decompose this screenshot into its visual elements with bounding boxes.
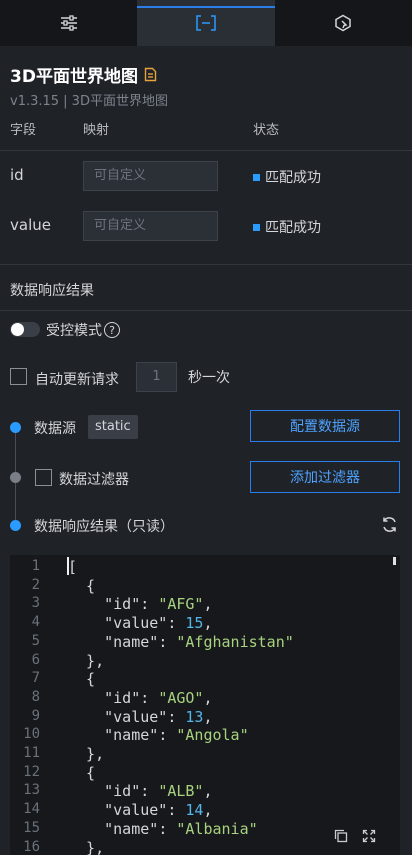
header-field: 字段 [10, 123, 37, 138]
configure-datasource-button[interactable]: 配置数据源 [250, 410, 400, 442]
success-indicator [253, 223, 260, 231]
code-line: }, [68, 838, 105, 855]
step-dot [10, 520, 21, 531]
controlled-mode: 受控模式 ? [46, 320, 120, 340]
code-line: "value": 14, [104, 801, 213, 820]
code-line: "value": 15, [104, 614, 213, 633]
datasource-label: 数据源 [34, 421, 76, 437]
component-title-text: 3D平面世界地图 [10, 67, 138, 87]
component-version: v1.3.15 | 3D平面世界地图 [10, 94, 168, 109]
controlled-mode-toggle[interactable] [10, 322, 40, 337]
filter-checkbox[interactable] [35, 469, 52, 486]
status-text: 匹配成功 [265, 170, 321, 186]
code-line: { [68, 763, 96, 782]
auto-update-label: 自动更新请求 [35, 372, 119, 388]
code-line: [ [68, 558, 78, 576]
code-line: "id": "AGO", [104, 688, 213, 707]
field-name-id: id [10, 166, 24, 184]
scrollbar[interactable] [393, 557, 396, 565]
line-number: 16 [23, 838, 40, 855]
code-line: { [68, 670, 96, 689]
tab-style[interactable] [0, 0, 137, 46]
step-dot [10, 422, 21, 433]
header-mapping: 映射 [83, 123, 110, 138]
auto-update-checkbox[interactable] [10, 368, 27, 385]
code-line: "name": "Albania" [104, 819, 258, 838]
status-value: 匹配成功 [253, 217, 321, 237]
datasource-tag: static [88, 415, 138, 439]
interval-unit: 秒一次 [188, 370, 230, 386]
code-line: "name": "Afghanistan" [104, 632, 294, 651]
line-number: 8 [31, 688, 40, 705]
code-line: "id": "ALB", [104, 782, 213, 801]
section-title: 数据响应结果 [10, 283, 94, 299]
status-text: 匹配成功 [265, 220, 321, 236]
line-number: 7 [31, 670, 40, 687]
divider [0, 264, 412, 265]
line-number: 5 [31, 632, 40, 649]
step-dot [10, 472, 21, 483]
success-indicator [253, 173, 260, 181]
divider [0, 150, 412, 151]
line-number: 12 [23, 763, 40, 780]
filter-label: 数据过滤器 [59, 472, 129, 488]
code-line: { [68, 576, 96, 595]
code-toolbar [334, 829, 376, 843]
code-line: }, [68, 745, 105, 763]
document-icon[interactable] [144, 67, 157, 82]
text-cursor [67, 557, 69, 575]
line-number: 2 [31, 576, 40, 593]
mapping-input-id[interactable]: 可自定义 [83, 161, 218, 191]
divider [0, 310, 412, 311]
fullscreen-icon[interactable] [362, 829, 376, 843]
refresh-icon[interactable] [381, 516, 398, 533]
result-label: 数据响应结果（只读） [34, 519, 174, 535]
line-number: 13 [23, 782, 40, 799]
help-icon[interactable]: ? [104, 322, 120, 338]
field-name-value: value [10, 216, 51, 234]
header-status: 状态 [253, 123, 280, 138]
controlled-mode-label: 受控模式 [46, 323, 102, 339]
code-line: "name": "Angola" [104, 726, 249, 745]
line-number: 1 [31, 558, 40, 574]
interval-input[interactable]: 1 [136, 362, 177, 392]
data-bracket-icon [196, 15, 216, 31]
line-number: 10 [23, 726, 40, 743]
line-number: 11 [23, 745, 40, 761]
add-filter-button[interactable]: 添加过滤器 [250, 461, 400, 493]
code-line: "value": 13, [104, 707, 213, 726]
interaction-icon [335, 14, 352, 32]
code-line: }, [68, 651, 105, 670]
line-number: 4 [31, 614, 40, 631]
code-line: "id": "AFG", [104, 595, 213, 614]
sliders-icon [60, 15, 77, 31]
line-number: 9 [31, 707, 40, 724]
status-id: 匹配成功 [253, 167, 321, 187]
line-number: 15 [23, 819, 40, 836]
copy-icon[interactable] [334, 829, 348, 843]
component-title: 3D平面世界地图 [10, 62, 157, 87]
line-number: 3 [31, 595, 40, 612]
line-number: 6 [31, 651, 40, 668]
tab-interaction[interactable] [275, 0, 412, 46]
mapping-input-value[interactable]: 可自定义 [83, 211, 218, 241]
response-code-viewer[interactable]: 1 2 3 4 5 6 7 8 9 10 11 12 13 14 15 16 [ { "id": "AFG",… [10, 555, 400, 855]
line-numbers: 1 2 3 4 5 6 7 8 9 10 11 12 13 14 15 16 [10, 555, 58, 855]
line-number: 14 [23, 801, 40, 818]
tab-data[interactable] [137, 0, 275, 46]
panel-tabs [0, 0, 412, 46]
